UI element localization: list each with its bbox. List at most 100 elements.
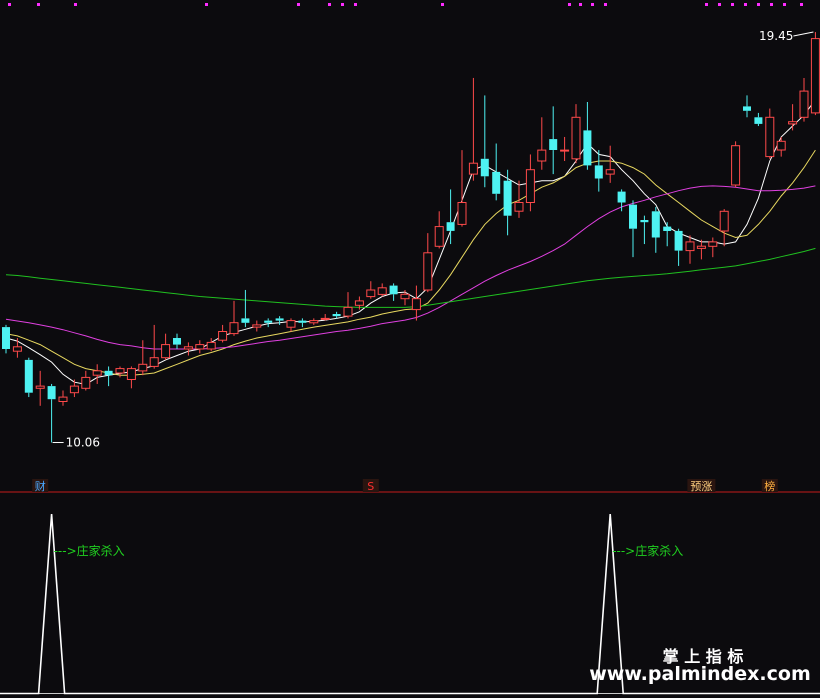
candle-body: [457, 202, 467, 225]
candle-body: [423, 252, 433, 291]
candle-body: [69, 385, 79, 394]
candle: [731, 141, 741, 188]
top-dot: [37, 3, 40, 6]
candle-body: [229, 322, 239, 335]
top-dot: [441, 3, 444, 6]
candle-body: [149, 357, 159, 367]
top-dot: [74, 3, 77, 6]
top-dot: [800, 3, 803, 6]
candle-body: [126, 368, 136, 381]
candle-body: [708, 241, 718, 247]
candle-body: [719, 210, 729, 232]
candle-body: [173, 338, 181, 345]
stock-chart[interactable]: 19.45 10.06 财 S 预涨榜 --->庄家杀入 --->庄家杀入 掌 上 指…: [0, 0, 820, 698]
candle-body: [480, 158, 489, 177]
spike-annotation: --->庄家杀入: [54, 543, 125, 558]
candle-body: [696, 245, 706, 249]
candle-body: [583, 130, 592, 166]
candle-body: [35, 385, 45, 389]
candle-body: [332, 314, 341, 317]
candle-body: [115, 368, 125, 374]
candle-body: [799, 90, 809, 118]
top-dot: [731, 3, 734, 6]
top-dot: [718, 3, 721, 6]
candle-body: [468, 162, 478, 175]
candle-body: [298, 320, 307, 323]
candle-body: [663, 226, 672, 231]
candle-body: [594, 165, 603, 179]
candle-body: [218, 331, 228, 341]
candle-body: [343, 306, 353, 317]
candle-body: [617, 191, 626, 203]
top-dot: [354, 3, 357, 6]
candle-body: [651, 211, 660, 238]
candle-body: [640, 220, 649, 223]
candle-body: [560, 149, 570, 152]
candle-body: [81, 376, 91, 389]
candle-body: [195, 344, 205, 350]
candle-body: [765, 116, 775, 158]
watermark-url: www.palmindex.com: [589, 663, 811, 685]
top-dot: [341, 3, 344, 6]
event-marker: S: [367, 480, 374, 493]
low-price-text: 10.06: [66, 436, 100, 450]
top-dot: [591, 3, 594, 6]
top-dot: [604, 3, 607, 6]
top-dot: [770, 3, 773, 6]
candle-body: [286, 320, 296, 328]
candle-body: [366, 289, 376, 298]
candle-body: [377, 287, 387, 295]
top-dot: [757, 3, 760, 6]
candle-body: [743, 106, 751, 111]
candle-body: [685, 241, 695, 252]
top-dot: [705, 3, 708, 6]
candle-body: [537, 149, 547, 162]
candle-body: [788, 121, 798, 125]
candle-body: [571, 116, 581, 160]
candle-body: [104, 370, 113, 376]
candle-body: [514, 202, 524, 212]
candle-body: [776, 140, 786, 151]
candle-body: [275, 318, 284, 321]
candle-body: [241, 318, 250, 323]
candle-body: [309, 320, 319, 324]
candle: [24, 357, 33, 398]
candle-body: [400, 293, 410, 300]
chart-background: [0, 0, 820, 698]
top-dot: [568, 3, 571, 6]
top-dot: [783, 3, 786, 6]
candle-body: [629, 204, 637, 229]
top-dot: [205, 3, 208, 6]
candle-body: [252, 324, 262, 328]
candle-body: [446, 222, 455, 231]
candle-body: [183, 346, 193, 350]
top-dot: [579, 3, 582, 6]
candle-body: [411, 298, 421, 311]
candle-body: [206, 341, 216, 350]
candle-body: [674, 230, 683, 251]
candle-body: [47, 386, 56, 400]
candle-body: [503, 180, 512, 216]
candle-body: [549, 139, 558, 150]
candle-body: [264, 320, 273, 323]
candle-body: [525, 169, 535, 203]
event-marker: 预涨: [690, 480, 712, 493]
candle-body: [810, 38, 820, 114]
candle-body: [731, 145, 741, 186]
event-marker: 财: [35, 479, 46, 493]
top-dot: [744, 3, 747, 6]
candle-body: [58, 396, 68, 403]
candle-body: [605, 169, 615, 175]
candle-body: [492, 171, 501, 194]
candle-body: [754, 117, 763, 124]
candle-body: [434, 226, 444, 247]
event-marker: 榜: [764, 479, 775, 493]
candle-body: [161, 344, 171, 359]
top-dot: [8, 3, 11, 6]
high-price-text: 19.45: [759, 29, 793, 43]
top-dot: [328, 3, 331, 6]
candle-body: [320, 317, 330, 320]
candle-body: [24, 359, 33, 393]
candle-body: [92, 370, 102, 376]
candle-body: [12, 346, 22, 352]
